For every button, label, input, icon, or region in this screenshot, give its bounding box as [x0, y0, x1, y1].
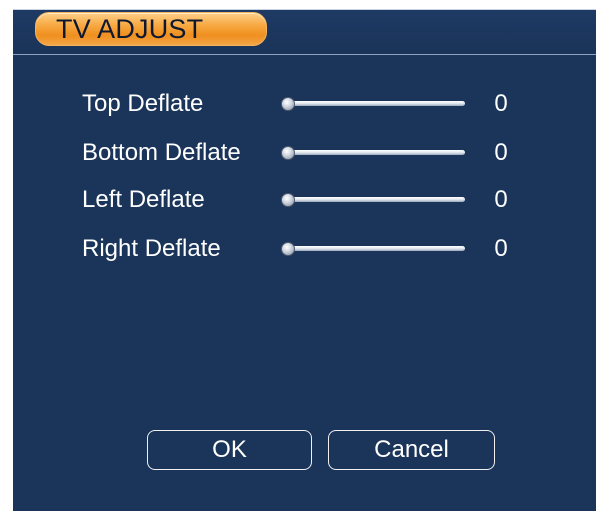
setting-row-right-deflate: Right Deflate 0: [13, 227, 596, 271]
right-deflate-slider[interactable]: [281, 240, 469, 258]
cancel-button[interactable]: Cancel: [328, 430, 495, 470]
bottom-deflate-value: 0: [494, 139, 508, 166]
slider-track[interactable]: [289, 101, 465, 106]
dialog-title: TV ADJUST: [56, 14, 204, 44]
left-deflate-label: Left Deflate: [82, 186, 205, 213]
setting-row-top-deflate: Top Deflate 0: [13, 82, 596, 126]
slider-knob[interactable]: [281, 193, 295, 207]
top-deflate-slider[interactable]: [281, 95, 469, 113]
bottom-deflate-label: Bottom Deflate: [82, 139, 241, 166]
top-deflate-value: 0: [494, 90, 508, 117]
slider-track[interactable]: [289, 150, 465, 155]
right-deflate-value: 0: [494, 235, 508, 262]
setting-row-left-deflate: Left Deflate 0: [13, 178, 596, 222]
slider-track[interactable]: [289, 197, 465, 202]
bottom-deflate-slider[interactable]: [281, 144, 469, 162]
tv-adjust-dialog: TV ADJUST Top Deflate 0 Bottom Deflate 0…: [13, 9, 596, 511]
slider-knob[interactable]: [281, 146, 295, 160]
slider-track[interactable]: [289, 246, 465, 251]
title-bar: TV ADJUST: [13, 10, 596, 55]
top-deflate-label: Top Deflate: [82, 90, 204, 117]
right-deflate-label: Right Deflate: [82, 235, 221, 262]
slider-knob[interactable]: [281, 242, 295, 256]
left-deflate-value: 0: [494, 186, 508, 213]
setting-row-bottom-deflate: Bottom Deflate 0: [13, 131, 596, 175]
ok-button[interactable]: OK: [147, 430, 312, 470]
slider-knob[interactable]: [281, 97, 295, 111]
left-deflate-slider[interactable]: [281, 191, 469, 209]
